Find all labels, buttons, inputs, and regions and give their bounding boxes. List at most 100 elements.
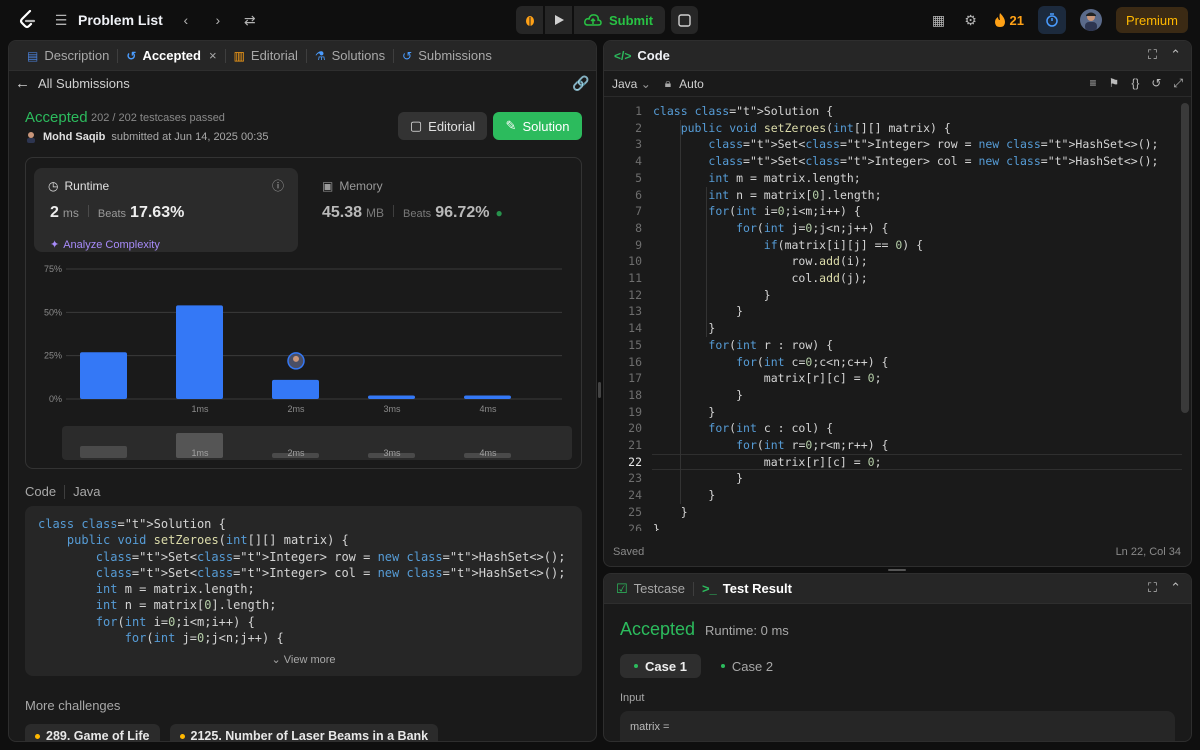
auto-mode-toggle[interactable]: Auto	[679, 77, 704, 91]
view-more-button[interactable]: ⌄ View more	[25, 653, 582, 666]
tab-accepted-label: Accepted	[142, 48, 201, 63]
all-submissions-link[interactable]: ← All Submissions	[15, 75, 130, 92]
case-tab-1[interactable]: Case 1	[620, 654, 701, 678]
divider	[64, 484, 66, 499]
divider	[393, 205, 395, 217]
play-icon	[554, 15, 564, 25]
format-icon[interactable]: ≡	[1090, 76, 1097, 91]
code-header: Code Java	[25, 484, 101, 499]
performance-stats: ◷ Runtime ⓘ 2 ms Beats 17.63% ✦ Analyze …	[25, 157, 582, 469]
x-tick-label: 3ms	[383, 404, 401, 414]
overview-tick-label: 3ms	[383, 448, 401, 458]
tab-testcase-label: Testcase	[633, 581, 685, 596]
shuffle-icon[interactable]: ⇄	[241, 12, 259, 29]
tab-description[interactable]: ▤ Description	[19, 41, 117, 71]
tab-solutions[interactable]: ⚗ Solutions	[307, 41, 393, 71]
code-text[interactable]: class class="t">Solution { public void s…	[653, 103, 1158, 531]
edit-icon: ✎	[505, 118, 517, 133]
streak-counter[interactable]: 21	[994, 12, 1024, 28]
chevron-down-icon: ⌄	[271, 654, 281, 666]
chart-bar[interactable]	[80, 352, 127, 399]
overview-tick-label: 1ms	[191, 448, 209, 458]
share-link-icon[interactable]: 🔗	[572, 75, 589, 92]
input-label: Input	[620, 692, 645, 704]
code-language: Java	[73, 484, 101, 499]
tab-description-label: Description	[44, 48, 110, 63]
braces-icon[interactable]: {}	[1131, 76, 1139, 91]
challenge-chip[interactable]: 2125. Number of Laser Beams in a Bank	[169, 724, 439, 742]
next-problem-icon[interactable]: ›	[209, 12, 227, 28]
cursor-position: Ln 22, Col 34	[1115, 546, 1181, 558]
test-result-panel: ☑ Testcase >_ Test Result ⛶ ⌃ Accepted R…	[603, 573, 1192, 742]
code-tabbar: </> Code ⛶ ⌃	[604, 41, 1191, 71]
premium-button[interactable]: Premium	[1115, 7, 1188, 33]
fullscreen-icon[interactable]: ⤢	[1173, 76, 1183, 91]
tab-accepted[interactable]: ↺ Accepted ×	[118, 41, 224, 71]
checkbox-icon: ☑	[616, 580, 628, 596]
result-status: Accepted	[620, 619, 696, 639]
problem-list-label: Problem List	[78, 12, 163, 28]
maximize-icon[interactable]: ⛶	[1148, 47, 1157, 63]
flask-icon: ⚗	[314, 48, 326, 63]
user-avatar-small[interactable]	[25, 131, 37, 143]
solution-button[interactable]: ✎ Solution	[493, 112, 582, 140]
tab-testcase[interactable]: ☑ Testcase	[608, 574, 693, 604]
tab-test-result[interactable]: >_ Test Result	[694, 574, 800, 604]
memory-beats-pct: 96.72%	[435, 204, 490, 221]
streak-count: 21	[1009, 12, 1024, 28]
prev-problem-icon[interactable]: ‹	[177, 12, 195, 28]
memory-chip-icon: ▣	[322, 179, 334, 193]
notes-button[interactable]	[671, 6, 699, 34]
run-button[interactable]	[545, 6, 572, 34]
tab-submissions[interactable]: ↺ Submissions	[394, 41, 500, 71]
tab-editorial-label: Editorial	[250, 48, 298, 63]
chart-bar[interactable]	[464, 395, 511, 399]
username[interactable]: Mohd Saqib	[43, 131, 105, 143]
history-icon: ↺	[126, 48, 137, 63]
maximize-icon[interactable]: ⛶	[1148, 580, 1157, 596]
close-tab-icon[interactable]: ×	[209, 48, 217, 63]
info-icon[interactable]: ⓘ	[272, 177, 284, 194]
language-selector[interactable]: Java ⌄	[612, 77, 651, 91]
chart-bar[interactable]	[368, 395, 415, 399]
tab-submissions-label: Submissions	[418, 48, 492, 63]
settings-gear-icon[interactable]: ⚙	[962, 12, 980, 29]
editorial-button[interactable]: ▢ Editorial	[398, 112, 487, 140]
chart-bar[interactable]	[272, 379, 319, 399]
horizontal-resize-handle[interactable]	[888, 569, 906, 571]
reset-icon[interactable]: ↺	[1151, 76, 1161, 91]
challenge-chip[interactable]: 289. Game of Life	[25, 724, 160, 741]
problem-list-link[interactable]: ☰ Problem List	[52, 12, 163, 29]
line-numbers: 1 2 3 4 5 6 7 8 9 10 11 12 13 14 15 16 17 18 19 20 21 22 23 24 2…	[628, 104, 642, 531]
code-tab-title[interactable]: Code	[637, 48, 670, 63]
submit-button[interactable]: Submit	[574, 6, 666, 34]
submitted-timestamp: submitted at Jun 14, 2025 00:35	[111, 131, 269, 143]
leetcode-logo-icon[interactable]	[16, 9, 38, 31]
collapse-chevron-icon[interactable]: ⌃	[1170, 47, 1181, 63]
clock-icon: ◷	[48, 179, 59, 193]
challenge-list: 289. Game of Life 2125. Number of Laser …	[25, 724, 439, 742]
code-editor[interactable]: 1 2 3 4 5 6 7 8 9 10 11 12 13 14 15 16 17 18 19 20 21 22 23 24 2…	[604, 103, 1191, 531]
difficulty-dot	[35, 733, 40, 739]
x-tick-label: 1ms	[191, 404, 209, 414]
timer-button[interactable]	[1037, 6, 1066, 34]
vertical-resize-handle[interactable]	[598, 382, 601, 398]
user-avatar[interactable]	[1079, 9, 1102, 31]
tab-editorial[interactable]: ▥ Editorial	[226, 41, 306, 71]
bookmark-icon[interactable]: ⚑	[1109, 76, 1120, 91]
memory-card[interactable]: ▣ Memory 45.38 MB Beats 96.72% ●	[314, 168, 564, 252]
pass-dot	[720, 664, 725, 668]
runtime-card[interactable]: ◷ Runtime ⓘ 2 ms Beats 17.63% ✦ Analyze …	[34, 168, 298, 252]
editor-scrollbar[interactable]	[1181, 103, 1189, 533]
code-label: Code	[25, 484, 57, 499]
challenge-title: 2125. Number of Laser Beams in a Bank	[190, 729, 429, 742]
chart-bar[interactable]	[176, 305, 223, 399]
input-value: matrix =	[630, 721, 670, 733]
case-tab-2[interactable]: Case 2	[707, 654, 787, 678]
lock-icon: 🔒︎	[664, 76, 672, 90]
debug-button[interactable]	[516, 6, 543, 34]
collapse-chevron-icon[interactable]: ⌃	[1170, 580, 1181, 596]
runtime-distribution-chart[interactable]: 75% 50% 25% 0% 1ms 2ms 3ms 4ms 1ms 2ms 3ms 4ms	[26, 256, 583, 468]
layout-icon[interactable]: ▦	[930, 12, 948, 29]
analyze-complexity-link[interactable]: ✦ Analyze Complexity	[50, 238, 160, 252]
